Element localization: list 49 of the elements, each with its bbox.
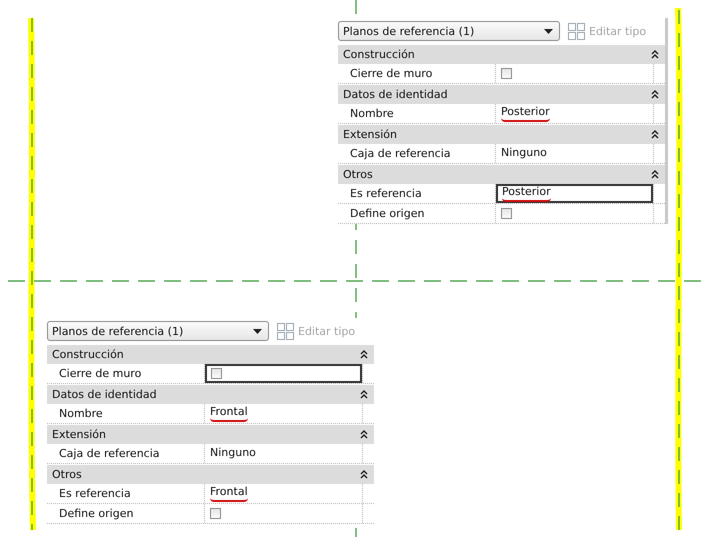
- group-title: Otros: [52, 468, 82, 481]
- property-label: Es referencia: [338, 184, 496, 203]
- group-header[interactable]: Construcción: [47, 344, 374, 364]
- group-header[interactable]: Extensión: [47, 424, 374, 444]
- property-value: Ninguno: [210, 446, 256, 461]
- group-header[interactable]: Datos de identidad: [47, 384, 374, 404]
- checkbox[interactable]: [501, 208, 512, 219]
- group-header[interactable]: Extensión: [338, 124, 665, 144]
- property-label: Es referencia: [47, 484, 205, 503]
- group-title: Extensión: [343, 128, 398, 141]
- property-value: Posterior: [501, 105, 550, 122]
- checkbox[interactable]: [211, 368, 222, 379]
- group-title: Datos de identidad: [52, 388, 157, 401]
- property-label: Define origen: [338, 204, 496, 223]
- property-value-field[interactable]: Ninguno: [205, 444, 362, 463]
- group-title: Otros: [343, 168, 373, 181]
- checkbox[interactable]: [501, 68, 512, 79]
- group-title: Construcción: [52, 348, 124, 361]
- property-label: Cierre de muro: [47, 364, 205, 383]
- property-value-field[interactable]: Posterior: [496, 184, 653, 203]
- property-label: Nombre: [47, 404, 205, 423]
- property-value-field[interactable]: Frontal: [205, 404, 362, 423]
- type-selector[interactable]: Planos de referencia (1): [47, 321, 269, 341]
- type-selector[interactable]: Planos de referencia (1): [338, 21, 560, 41]
- group-title: Datos de identidad: [343, 88, 448, 101]
- property-value-field[interactable]: [205, 364, 362, 383]
- dropdown-caret-icon: [544, 28, 553, 34]
- property-value: Ninguno: [501, 146, 547, 161]
- property-label: Caja de referencia: [338, 144, 496, 163]
- property-label: Cierre de muro: [338, 64, 496, 83]
- type-properties-icon: [277, 322, 294, 340]
- property-label: Caja de referencia: [47, 444, 205, 463]
- property-value: Frontal: [210, 405, 248, 422]
- dropdown-caret-icon: [253, 328, 262, 334]
- property-label: Define origen: [47, 504, 205, 523]
- property-value-field[interactable]: Frontal: [205, 484, 362, 503]
- group-title: Extensión: [52, 428, 106, 441]
- property-value: Posterior: [502, 185, 551, 202]
- group-title: Construcción: [343, 48, 415, 61]
- group-header[interactable]: Construcción: [338, 44, 665, 64]
- checkbox[interactable]: [210, 508, 221, 519]
- property-label: Nombre: [338, 104, 496, 123]
- property-value: Frontal: [210, 485, 248, 502]
- group-header[interactable]: Datos de identidad: [338, 84, 665, 104]
- property-value-field[interactable]: Ninguno: [496, 144, 653, 163]
- group-header[interactable]: Otros: [47, 464, 374, 484]
- property-value-field[interactable]: Posterior: [496, 104, 653, 123]
- group-header[interactable]: Otros: [338, 164, 665, 184]
- type-properties-icon: [568, 22, 585, 40]
